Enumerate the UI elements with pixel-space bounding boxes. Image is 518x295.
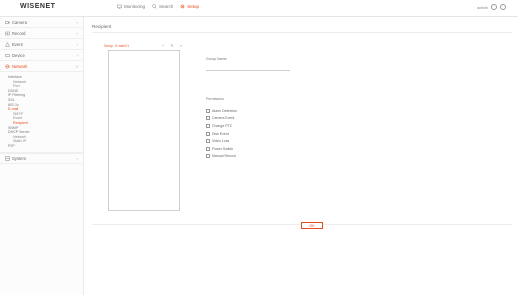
- permission-label-text: Camera Event: [212, 116, 235, 121]
- group-list-buttons: + ✎ ×: [160, 42, 184, 48]
- edit-group-button[interactable]: ✎: [169, 42, 175, 48]
- permission-label-text: Power Switch: [212, 146, 234, 151]
- group-select[interactable]: Group : E-mail 01: [104, 44, 129, 48]
- group-name-input[interactable]: [206, 65, 290, 71]
- device-icon: [5, 53, 10, 57]
- top-right-tools: admin: [477, 4, 506, 10]
- chevron-down-icon: ›: [76, 155, 78, 161]
- permission-label-text: Manual Record: [212, 154, 236, 159]
- chevron-down-icon: ›: [76, 30, 78, 36]
- permission-power-switch[interactable]: Power Switch: [206, 145, 237, 153]
- nav-search-label: Search: [159, 4, 174, 9]
- nav-setup-label: Setup: [187, 4, 200, 9]
- sidebar-item-record[interactable]: Record ›: [0, 28, 83, 39]
- logout-icon[interactable]: [491, 4, 497, 10]
- checkbox[interactable]: [206, 116, 210, 121]
- sidebar: Camera › Record › Event › Device › Netwo…: [0, 17, 84, 295]
- chevron-down-icon: ›: [76, 19, 78, 25]
- nav-search[interactable]: Search: [152, 4, 173, 9]
- chevron-down-icon: ›: [76, 52, 78, 58]
- network-submenu: Interface Network Port DDNS IP Filtering…: [0, 72, 83, 153]
- record-icon: [5, 31, 10, 35]
- nav-monitoring[interactable]: Monitoring: [117, 4, 145, 9]
- main-content: Recipient Group : E-mail 01 + ✎ × Group …: [84, 17, 518, 295]
- ok-button[interactable]: OK: [301, 222, 323, 229]
- checkbox[interactable]: [206, 139, 210, 144]
- search-icon: [152, 4, 157, 9]
- monitor-icon: [117, 4, 122, 9]
- nav-setup[interactable]: Setup: [180, 4, 199, 9]
- permission-manual-record[interactable]: Manual Record: [206, 153, 237, 161]
- checkbox[interactable]: [206, 146, 210, 151]
- permission-alarm-detection[interactable]: Alarm Detection: [206, 107, 237, 115]
- permission-video-loss[interactable]: Video Loss: [206, 137, 237, 145]
- group-form: Group Name Permission Alarm Detection Ca…: [206, 57, 406, 159]
- recipient-group-list[interactable]: [108, 50, 180, 211]
- event-icon: [5, 41, 10, 47]
- permission-label-text: Disk Event: [212, 131, 229, 136]
- delete-group-button[interactable]: ×: [178, 42, 184, 48]
- checkbox[interactable]: [206, 131, 210, 136]
- page-title: Recipient: [92, 24, 112, 29]
- permission-change-ptz[interactable]: Change PTZ: [206, 122, 237, 130]
- sidebar-item-label: Record: [12, 30, 26, 36]
- chevron-up-icon: ˅: [75, 63, 78, 69]
- sidebar-item-network[interactable]: Network ˅: [0, 61, 83, 72]
- nav-monitoring-label: Monitoring: [124, 4, 146, 9]
- chevron-down-icon: ›: [76, 41, 78, 47]
- submenu-p2p[interactable]: P2P: [0, 144, 83, 149]
- add-group-button[interactable]: +: [160, 42, 166, 48]
- permission-camera-event[interactable]: Camera Event: [206, 115, 237, 123]
- checkbox[interactable]: [206, 154, 210, 159]
- checkbox[interactable]: [206, 123, 210, 128]
- permission-label: Permission: [206, 97, 224, 101]
- network-icon: [5, 64, 10, 68]
- checkbox[interactable]: [206, 108, 210, 113]
- gear-icon: [180, 4, 185, 9]
- sidebar-item-label: System: [12, 155, 26, 161]
- sidebar-item-label: Device: [12, 52, 25, 58]
- top-bar: WISENET Monitoring Search Setup admin: [0, 0, 518, 17]
- permission-label-text: Change PTZ: [212, 123, 232, 128]
- top-navigation: Monitoring Search Setup: [117, 4, 199, 9]
- user-name: admin: [477, 4, 488, 10]
- sidebar-item-label: Network: [12, 63, 28, 69]
- permission-disk-event[interactable]: Disk Event: [206, 130, 237, 138]
- help-icon[interactable]: [500, 4, 506, 10]
- title-divider: [92, 32, 512, 33]
- sidebar-item-label: Event: [12, 41, 23, 47]
- permission-label-text: Alarm Detection: [212, 108, 237, 113]
- permission-label-text: Video Loss: [212, 139, 230, 144]
- camera-icon: [5, 20, 10, 24]
- permission-list: Alarm Detection Camera Event Change PTZ …: [206, 107, 237, 160]
- sidebar-item-system[interactable]: System ›: [0, 152, 83, 164]
- sidebar-item-camera[interactable]: Camera ›: [0, 17, 83, 28]
- sidebar-item-event[interactable]: Event ›: [0, 39, 83, 50]
- sidebar-item-label: Camera: [12, 19, 27, 25]
- system-icon: [5, 155, 10, 161]
- group-name-label: Group Name: [206, 57, 227, 61]
- sidebar-item-device[interactable]: Device ›: [0, 50, 83, 61]
- brand-logo: WISENET: [20, 3, 56, 10]
